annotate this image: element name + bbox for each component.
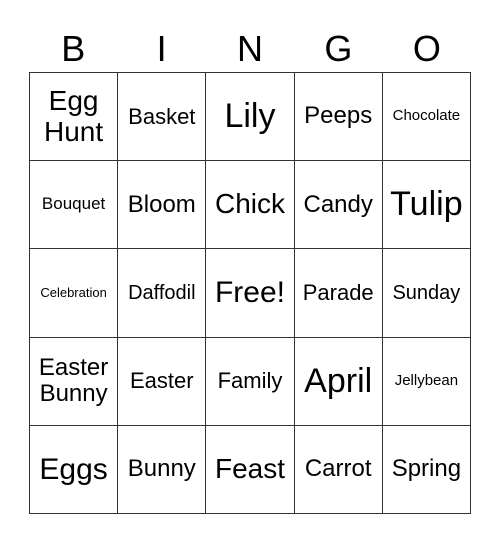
bingo-cell[interactable]: April <box>294 337 383 426</box>
header-letter-i: I <box>156 28 167 69</box>
bingo-cell[interactable]: Carrot <box>294 425 383 514</box>
bingo-cell[interactable]: Eggs <box>30 425 119 514</box>
bingo-cell[interactable]: Daffodil <box>118 249 207 338</box>
bingo-header: B I N G O <box>29 26 471 72</box>
bingo-cell[interactable]: Easter Bunny <box>30 337 119 426</box>
bingo-cell[interactable]: Basket <box>118 73 207 162</box>
bingo-cell[interactable]: Family <box>206 337 295 426</box>
bingo-cell[interactable]: Lily <box>206 73 295 162</box>
bingo-grid: Egg Hunt Basket Lily Peeps Chocolate Bou… <box>29 72 471 514</box>
header-letter-n: N <box>237 28 264 69</box>
bingo-cell[interactable]: Egg Hunt <box>30 73 119 162</box>
bingo-cell[interactable]: Feast <box>206 425 295 514</box>
bingo-cell[interactable]: Chocolate <box>382 73 471 162</box>
bingo-cell[interactable]: Sunday <box>382 249 471 338</box>
bingo-cell[interactable]: Tulip <box>382 161 471 250</box>
bingo-cell[interactable]: Easter <box>118 337 207 426</box>
bingo-cell[interactable]: Peeps <box>294 73 383 162</box>
header-letter-b: B <box>61 28 86 69</box>
bingo-cell[interactable]: Spring <box>382 425 471 514</box>
bingo-cell[interactable]: Bunny <box>118 425 207 514</box>
bingo-cell[interactable]: Candy <box>294 161 383 250</box>
header-letter-o: O <box>412 28 441 69</box>
header-letter-g: G <box>324 28 353 69</box>
bingo-cell[interactable]: Bloom <box>118 161 207 250</box>
bingo-cell[interactable]: Jellybean <box>382 337 471 426</box>
bingo-cell[interactable]: Parade <box>294 249 383 338</box>
bingo-cell[interactable]: Celebration <box>30 249 119 338</box>
bingo-cell[interactable]: Bouquet <box>30 161 119 250</box>
free-space-cell[interactable]: Free! <box>206 249 295 338</box>
bingo-cell[interactable]: Chick <box>206 161 295 250</box>
